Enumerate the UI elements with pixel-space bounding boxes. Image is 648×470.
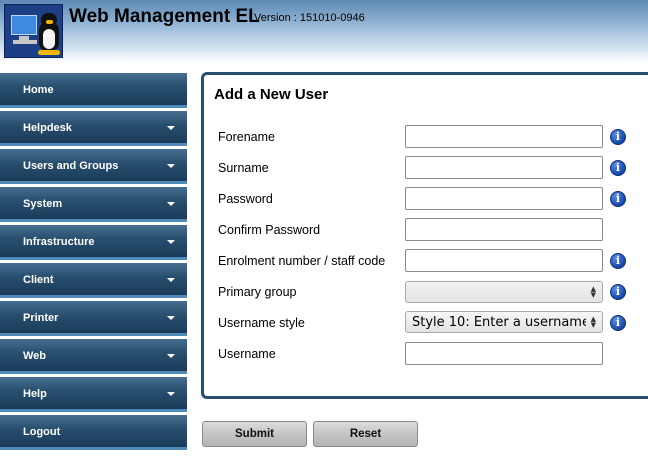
info-icon[interactable]: i: [610, 160, 626, 176]
chevron-down-icon: [167, 126, 175, 130]
sidebar-item-printer[interactable]: Printer: [0, 301, 187, 336]
submit-button[interactable]: Submit: [202, 421, 307, 447]
surname-label: Surname: [218, 161, 269, 175]
chevron-down-icon: [167, 278, 175, 282]
sidebar-item-users-and-groups[interactable]: Users and Groups: [0, 149, 187, 184]
app-version: Version : 151010-0946: [254, 12, 365, 24]
chevron-down-icon: [167, 392, 175, 396]
username-label: Username: [218, 347, 276, 361]
password-input[interactable]: [405, 187, 603, 210]
chevron-down-icon: [167, 240, 175, 244]
sidebar-item-label: Client: [23, 274, 54, 286]
info-icon[interactable]: i: [610, 129, 626, 145]
enrolment-number-label: Enrolment number / staff code: [218, 254, 386, 268]
forename-label: Forename: [218, 130, 275, 144]
sidebar-item-web[interactable]: Web: [0, 339, 187, 374]
info-icon[interactable]: i: [610, 284, 626, 300]
sidebar-item-infrastructure[interactable]: Infrastructure: [0, 225, 187, 260]
sidebar-item-logout[interactable]: Logout: [0, 415, 187, 450]
sidebar-item-label: System: [23, 198, 63, 210]
info-icon[interactable]: i: [610, 253, 626, 269]
password-label: Password: [218, 192, 273, 206]
sidebar-item-client[interactable]: Client: [0, 263, 187, 298]
confirm-password-label: Confirm Password: [218, 223, 321, 237]
forename-input[interactable]: [405, 125, 603, 148]
primary-group-select[interactable]: ▲ ▼: [405, 281, 603, 303]
app-logo: [4, 4, 63, 58]
sidebar-item-help[interactable]: Help: [0, 377, 187, 412]
sidebar-item-label: Web: [23, 350, 47, 362]
confirm-password-input[interactable]: [405, 218, 603, 241]
sidebar-item-label: Infrastructure: [23, 236, 95, 248]
username-style-value: Style 10: Enter a username: [412, 315, 586, 330]
chevron-down-icon: [167, 354, 175, 358]
reset-button[interactable]: Reset: [313, 421, 418, 447]
primary-group-label: Primary group: [218, 285, 297, 299]
sidebar-item-label: Printer: [23, 312, 59, 324]
sidebar-item-label: Help: [23, 388, 47, 400]
chevron-down-icon: [167, 316, 175, 320]
app-header: Web Management EL Version : 151010-0946: [0, 0, 648, 62]
sidebar-item-home[interactable]: Home: [0, 73, 187, 108]
username-style-select[interactable]: Style 10: Enter a username ▲ ▼: [405, 311, 603, 333]
info-icon[interactable]: i: [610, 191, 626, 207]
sidebar-item-label: Logout: [23, 426, 61, 438]
select-arrows-icon: ▲ ▼: [590, 315, 596, 329]
chevron-down-icon: [167, 164, 175, 168]
sidebar-item-label: Helpdesk: [23, 122, 72, 134]
sidebar-item-helpdesk[interactable]: Helpdesk: [0, 111, 187, 146]
sidebar-item-label: Users and Groups: [23, 160, 119, 172]
username-style-label: Username style: [218, 316, 305, 330]
username-input[interactable]: [405, 342, 603, 365]
sidebar-item-system[interactable]: System: [0, 187, 187, 222]
monitor-icon: [11, 15, 37, 35]
surname-input[interactable]: [405, 156, 603, 179]
enrolment-number-input[interactable]: [405, 249, 603, 272]
info-icon[interactable]: i: [610, 315, 626, 331]
chevron-down-icon: [167, 202, 175, 206]
select-arrows-icon: ▲ ▼: [590, 285, 596, 299]
sidebar-item-label: Home: [23, 84, 54, 96]
app-title: Web Management EL: [69, 6, 260, 27]
page-title: Add a New User: [214, 86, 329, 103]
